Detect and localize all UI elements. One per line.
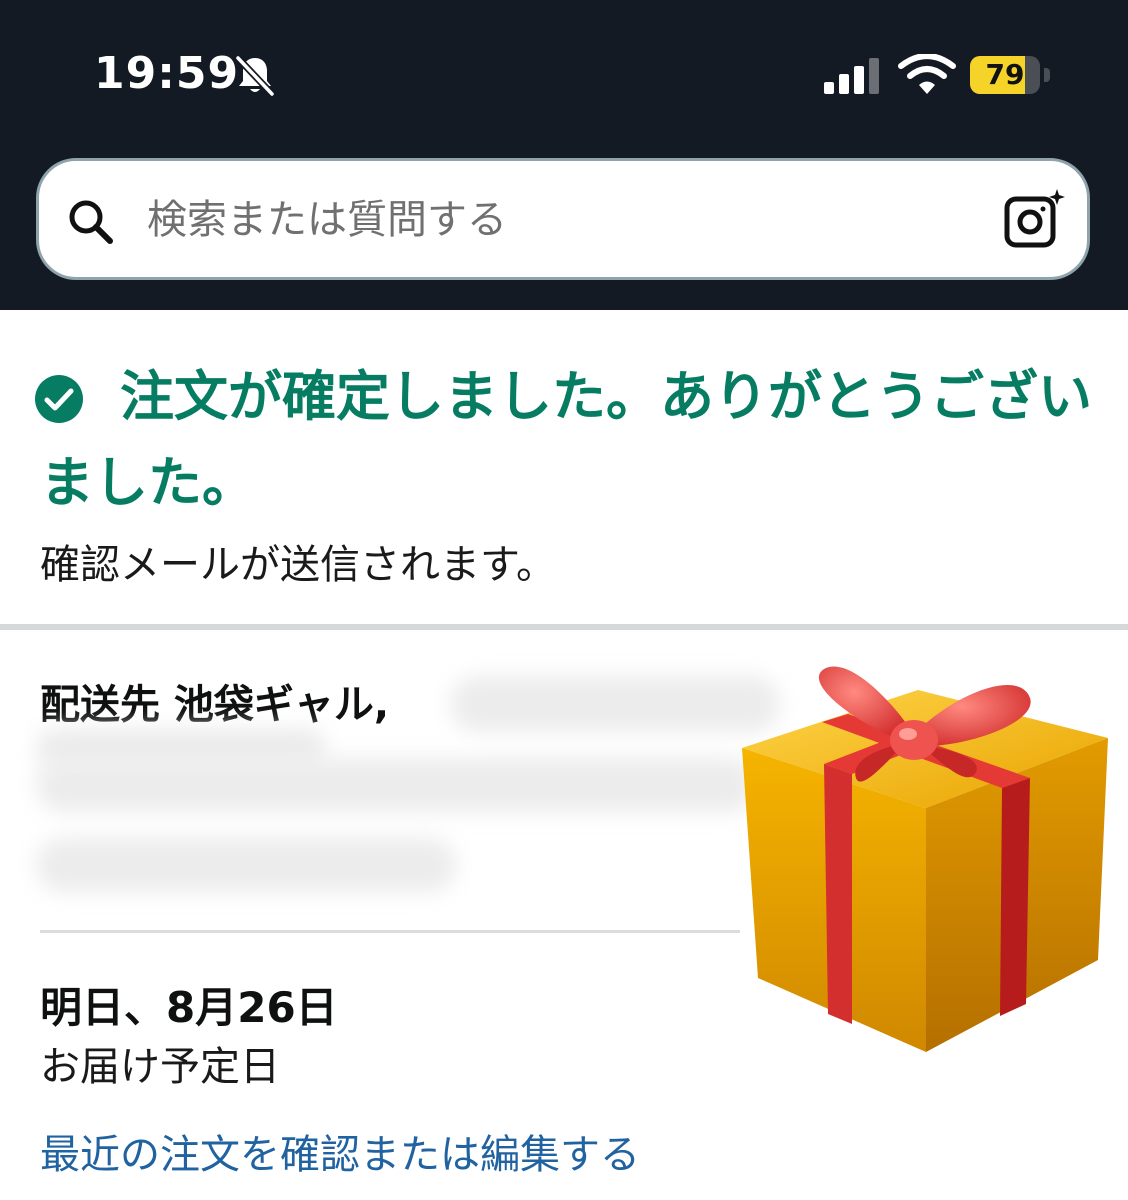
bell-slash-icon [235, 55, 275, 97]
confirmation-subtitle: 確認メールが送信されます。 [40, 542, 556, 588]
battery-icon: 79 [970, 56, 1052, 96]
ship-to-label: 配送先 池袋ギャル, [40, 682, 390, 728]
status-bar: 19:59 79 [0, 0, 1128, 150]
delivery-divider [40, 930, 740, 933]
wifi-icon [898, 54, 956, 94]
confirmation-title: 注文が確定しました。ありがとうございました。 [40, 365, 1092, 514]
search-input[interactable] [147, 189, 987, 251]
section-divider [0, 624, 1128, 630]
search-icon[interactable] [65, 196, 117, 248]
gift-icon [742, 666, 1108, 1052]
status-time: 19:59 [94, 48, 240, 99]
delivery-date-caption: お届け予定日 [40, 1044, 280, 1090]
recent-orders-link[interactable]: 最近の注文を確認または編集する [40, 1122, 640, 1180]
search-bar[interactable] [36, 158, 1090, 280]
delivery-date: 明日、8月26日 [40, 983, 338, 1032]
app-header: 19:59 79 [0, 0, 1128, 310]
battery-level: 79 [985, 58, 1025, 91]
order-confirmation: 注文が確定しました。ありがとうございました。 確認メールが送信されます。 [0, 310, 1128, 628]
cellular-signal-icon [824, 58, 879, 94]
camera-icon[interactable] [1003, 187, 1067, 251]
